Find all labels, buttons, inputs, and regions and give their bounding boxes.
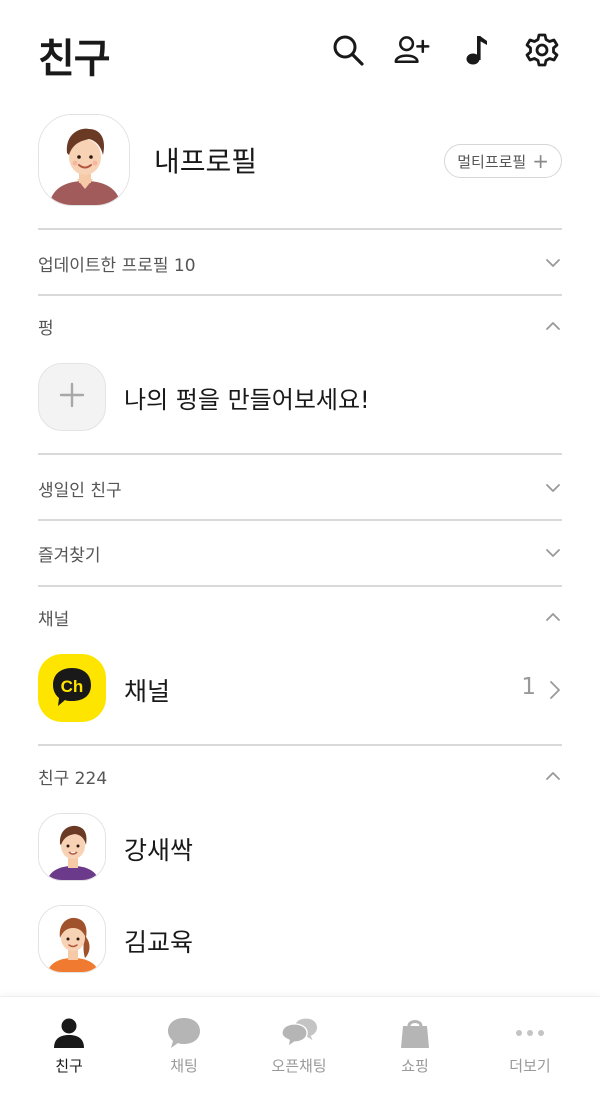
- channel-count: 1: [521, 674, 536, 700]
- channel-name: 채널: [124, 677, 171, 706]
- tab-label: 더보기: [509, 1057, 551, 1075]
- chevron-up-icon: [544, 317, 562, 335]
- plus-icon: +: [532, 149, 549, 173]
- channel-logo-text: Ch: [61, 677, 84, 696]
- section-label: 생일인 친구: [38, 480, 122, 501]
- bottom-tab-bar: 친구 채팅 오픈채팅 쇼핑 더보기: [0, 996, 600, 1098]
- multi-profile-label: 멀티프로필: [457, 152, 527, 171]
- plus-icon: [57, 380, 87, 414]
- friend-row[interactable]: 강새싹: [38, 813, 562, 883]
- my-profile-name: 내프로필: [154, 145, 258, 178]
- settings-icon[interactable]: [522, 30, 562, 70]
- chevron-up-icon: [544, 608, 562, 626]
- section-label: 친구 224: [38, 768, 108, 789]
- page-title: 친구: [38, 36, 111, 82]
- person-icon: [54, 1018, 84, 1048]
- music-icon[interactable]: [458, 30, 498, 70]
- section-favorites[interactable]: 즐겨찾기: [38, 533, 562, 573]
- friend-row[interactable]: 김교육: [38, 905, 562, 975]
- divider: [38, 294, 562, 296]
- chevron-down-icon: [544, 544, 562, 562]
- header: 친구: [0, 0, 600, 100]
- friend-avatar: [38, 905, 106, 973]
- multi-profile-button[interactable]: 멀티프로필 +: [444, 144, 562, 178]
- tab-label: 오픈채팅: [271, 1057, 327, 1075]
- divider: [38, 585, 562, 587]
- tab-more[interactable]: 더보기: [480, 1017, 580, 1081]
- chevron-up-icon: [544, 767, 562, 785]
- section-label: 업데이트한 프로필 10: [38, 255, 196, 276]
- shopping-bag-icon: [401, 1020, 429, 1048]
- create-pung-text[interactable]: 나의 펑을 만들어보세요!: [124, 380, 370, 415]
- channel-row[interactable]: Ch 채널 1: [38, 654, 562, 724]
- divider: [38, 519, 562, 521]
- add-friend-icon[interactable]: [392, 30, 432, 70]
- chevron-down-icon: [544, 479, 562, 497]
- section-pung[interactable]: 펑: [38, 306, 562, 346]
- section-label: 펑: [38, 318, 54, 339]
- chevron-down-icon: [544, 254, 562, 272]
- open-chat-icon: [281, 1018, 317, 1048]
- my-profile-avatar[interactable]: [38, 114, 130, 206]
- tab-chats[interactable]: 채팅: [134, 1017, 234, 1081]
- tab-label: 친구: [55, 1057, 83, 1075]
- friend-avatar: [38, 813, 106, 881]
- tab-friends[interactable]: 친구: [19, 1017, 119, 1081]
- tab-shopping[interactable]: 쇼핑: [365, 1017, 465, 1081]
- chevron-right-icon: [548, 680, 562, 704]
- section-channel[interactable]: 채널: [38, 597, 562, 637]
- more-icon: [516, 1030, 544, 1036]
- channel-logo-icon: Ch: [38, 654, 106, 722]
- tab-label: 쇼핑: [401, 1057, 429, 1075]
- chat-bubble-icon: [168, 1018, 200, 1048]
- tab-open-chat[interactable]: 오픈채팅: [249, 1017, 349, 1081]
- tab-label: 채팅: [170, 1057, 198, 1075]
- friend-name: 김교육: [124, 928, 194, 957]
- section-updated-profiles[interactable]: 업데이트한 프로필 10: [38, 243, 562, 283]
- my-profile-row[interactable]: 내프로필 멀티프로필 +: [38, 114, 562, 208]
- search-icon[interactable]: [328, 30, 368, 70]
- section-birthday[interactable]: 생일인 친구: [38, 468, 562, 508]
- section-label: 즐겨찾기: [38, 545, 101, 566]
- section-friends[interactable]: 친구 224: [38, 756, 562, 796]
- create-pung-button[interactable]: [38, 363, 106, 431]
- section-label: 채널: [38, 609, 70, 630]
- divider: [38, 228, 562, 230]
- divider: [38, 453, 562, 455]
- divider: [38, 744, 562, 746]
- friend-name: 강새싹: [124, 836, 194, 865]
